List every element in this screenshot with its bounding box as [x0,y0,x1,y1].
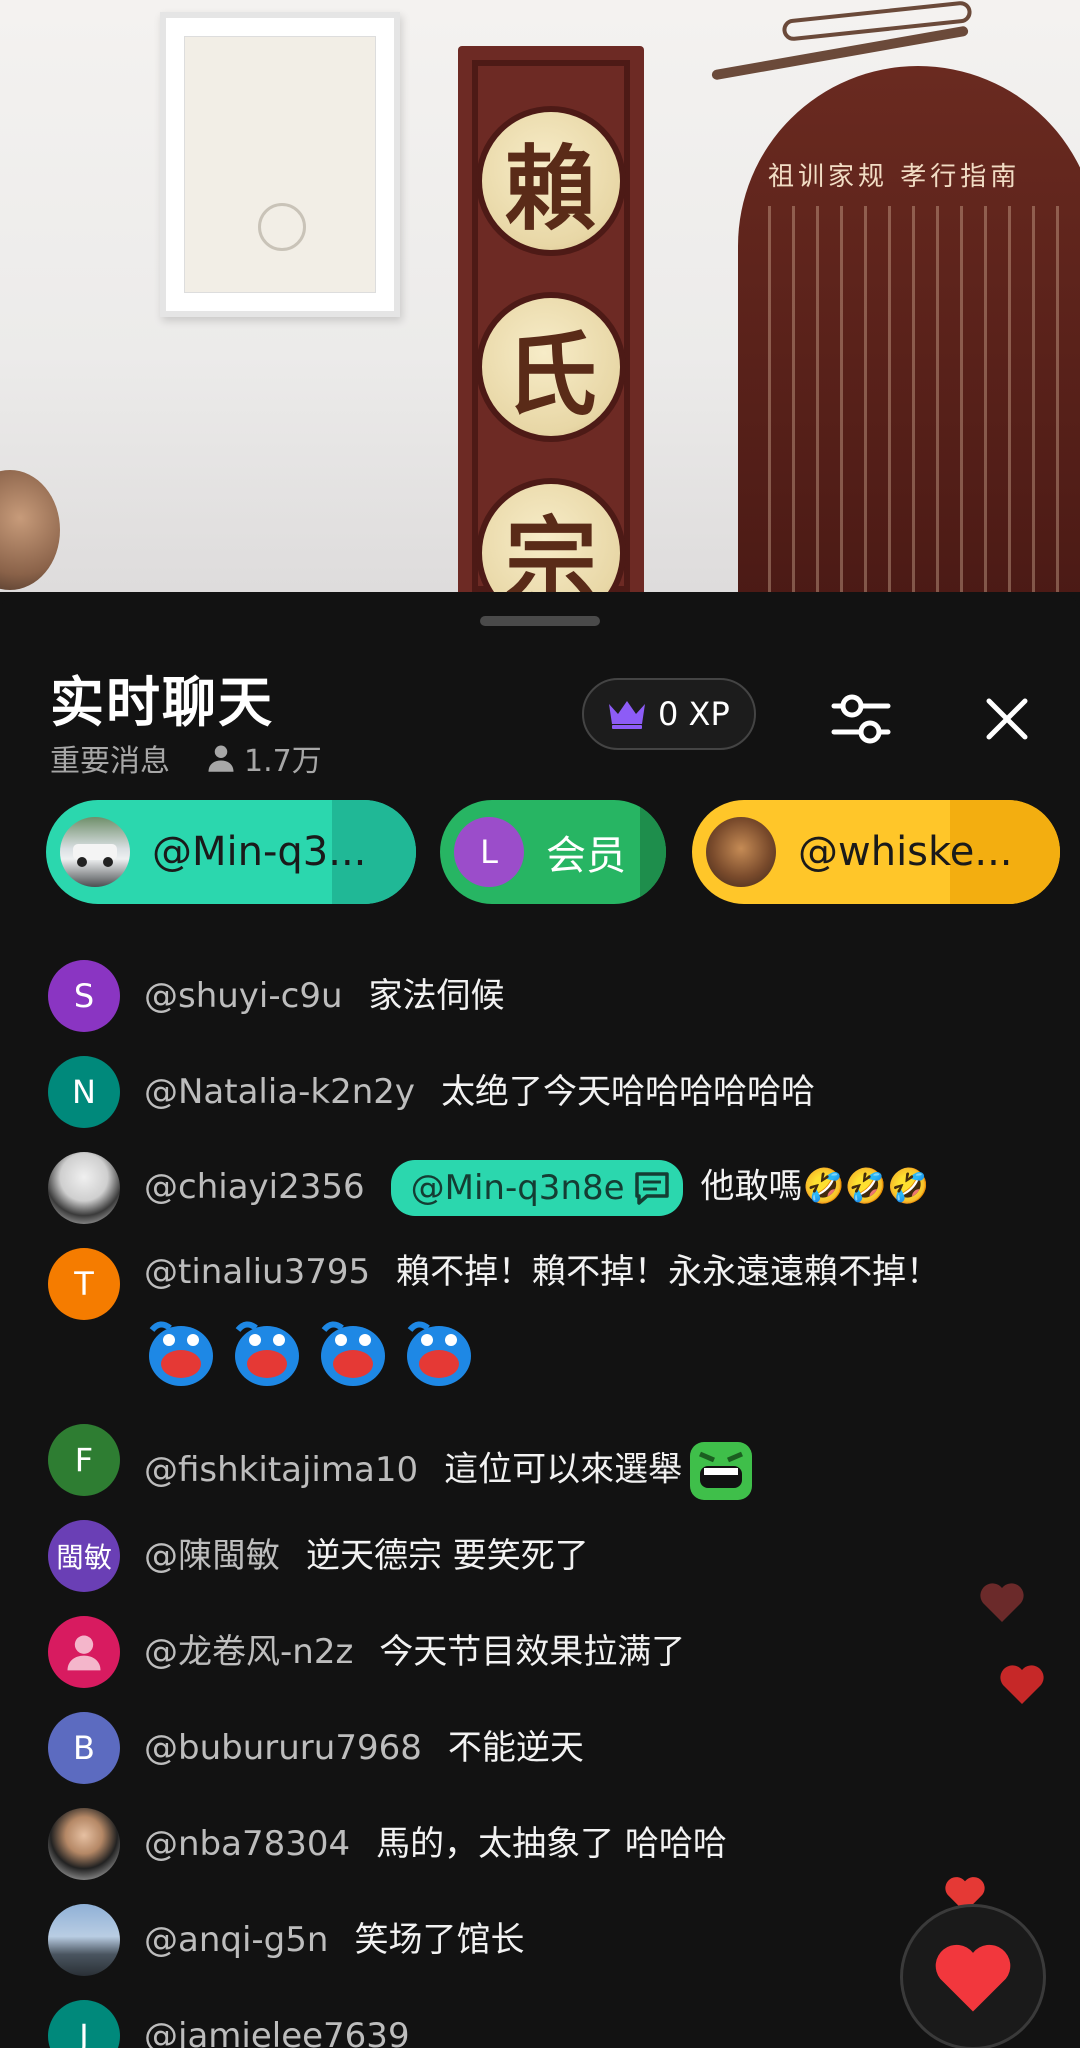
username[interactable]: @shuyi-c9u [144,976,343,1016]
family-plaque: 賴 氏 宗 [458,46,644,592]
viewer-count-text: 1.7万 [244,744,322,779]
live-video[interactable]: 賴 氏 宗 祖训家规 孝行指南 [0,0,1080,592]
avatar[interactable]: 閩敏 [48,1520,120,1592]
avatar[interactable]: F [48,1424,120,1496]
username[interactable]: @anqi-g5n [144,1920,328,1960]
chat-subtitle: 重要消息 [50,744,170,779]
live-chat-sheet: 实时聊天 重要消息 1.7万 0 XP @Min-q3... L 会员 @whi… [0,592,1080,2048]
chat-title: 实时聊天 [50,671,274,734]
streamer-partial [0,470,60,590]
floating-heart-icon [980,1583,1024,1622]
drag-handle[interactable] [480,616,600,626]
crown-icon [609,701,645,729]
pinned-chip-label: @Min-q3... [152,829,367,875]
viewer-count: 1.7万 [206,736,322,780]
pinned-supporters: @Min-q3... L 会员 @whiske... [46,800,1080,904]
message-text: 逆天德宗 要笑死了 [306,1536,589,1576]
person-icon [208,745,234,772]
message-text: 今天节目效果拉满了 [379,1632,686,1672]
message-text: 太绝了今天哈哈哈哈哈哈 [441,1072,816,1112]
username[interactable]: @tinaliu3795 [144,1252,370,1292]
close-button[interactable] [972,684,1042,754]
avatar[interactable]: J [48,2000,120,2048]
username[interactable]: @bubururu7968 [144,1728,422,1768]
username[interactable]: @陳閩敏 [144,1536,280,1576]
default-person-icon [67,1635,101,1671]
avatar[interactable] [48,1808,120,1880]
plaque-char-2: 氏 [476,292,626,442]
avatar[interactable]: N [48,1056,120,1128]
username[interactable]: @Natalia-k2n2y [144,1072,415,1112]
message-text: 賴不掉！賴不掉！永永遠遠賴不掉！ [396,1252,941,1292]
filter-button[interactable] [826,684,896,754]
avatar[interactable] [48,1904,120,1976]
laughing-blob-emoji [235,1321,299,1386]
framed-certificate [160,12,400,317]
mention-chip[interactable]: @Min-q3n8e [390,1160,683,1216]
reply-icon [634,1172,669,1205]
family-rules-board: 祖训家规 孝行指南 [738,66,1080,592]
heart-icon [935,1944,1011,2012]
username[interactable]: @jamielee7639 [144,2016,410,2048]
green-laughing-emoji [690,1442,753,1500]
avatar[interactable]: B [48,1712,120,1784]
plaque-char-1: 賴 [476,106,626,256]
mention-text: @Min-q3n8e [410,1168,625,1208]
like-button[interactable] [900,1904,1046,2048]
pinned-chip-label: 会员 [546,833,626,879]
username[interactable]: @龙卷风-n2z [144,1632,353,1672]
sticker-row [144,1316,488,1390]
laughing-blob-emoji [149,1321,213,1386]
laughing-blob-emoji [407,1321,471,1386]
avatar-letter-l: L [454,817,524,887]
message-text: 笑场了馆长 [354,1920,525,1960]
pinned-chip-whiske[interactable]: @whiske... [692,800,1060,904]
message-text: 這位可以來選舉 [444,1449,683,1490]
pinned-chip-member[interactable]: L 会员 [440,800,666,904]
avatar[interactable]: T [48,1248,120,1320]
board-heading: 祖训家规 孝行指南 [768,162,1021,192]
username[interactable]: @nba78304 [144,1824,350,1864]
room-photo-avatar [706,817,776,887]
message-text: 馬的，太抽象了 哈哈哈 [376,1824,727,1864]
pinned-chip-label: @whiske... [798,829,1013,875]
message-text: 家法伺候 [368,976,505,1016]
laughing-blob-emoji [321,1321,385,1386]
username[interactable]: @fishkitajima10 [144,1450,418,1490]
sliders-icon [831,694,891,744]
floating-heart-icon [1000,1665,1044,1704]
message-text: 不能逆天 [447,1728,584,1768]
car-photo-avatar [60,817,130,887]
avatar[interactable]: S [48,960,120,1032]
avatar[interactable] [48,1152,120,1224]
username[interactable]: @chiayi2356 [144,1167,365,1207]
close-icon [986,698,1028,740]
xp-label: 0 XP [658,695,730,733]
avatar[interactable] [48,1616,120,1688]
xp-badge[interactable]: 0 XP [582,678,756,750]
message-text: 他敢嗎🤣🤣🤣 [700,1166,930,1207]
pinned-chip-min[interactable]: @Min-q3... [46,800,416,904]
